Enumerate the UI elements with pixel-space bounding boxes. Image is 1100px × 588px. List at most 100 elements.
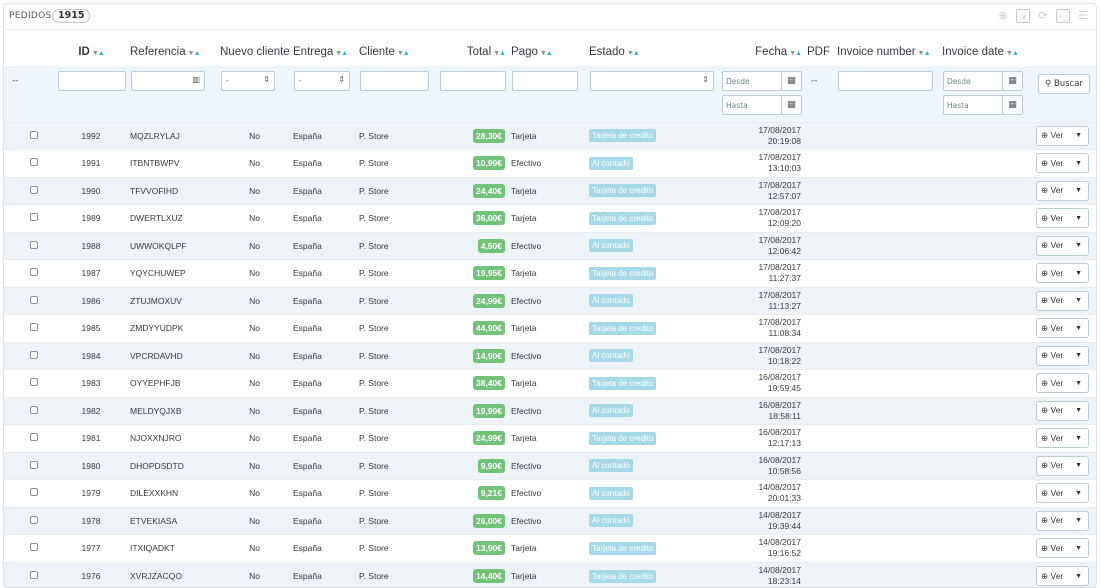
filter-invoice-number-input[interactable]: [838, 71, 933, 91]
view-button[interactable]: ⊕ Ver ▼: [1036, 428, 1089, 449]
row-checkbox[interactable]: [30, 158, 38, 167]
row-checkbox[interactable]: [30, 268, 38, 277]
table-row[interactable]: 1981 NJOXXNJRO No España P. Store 24,99€ Tarje…: [4, 424, 1096, 452]
filter-id-input[interactable]: [58, 71, 126, 91]
table-row[interactable]: 1977 ITXIQADKT No España P. Store 13,90€ Tarje…: [4, 534, 1096, 562]
table-row[interactable]: 1979 DILEXXKHN No España P. Store 9,21€ Efecti…: [4, 479, 1096, 507]
filter-fecha-hasta[interactable]: Hasta ▦: [722, 95, 802, 115]
caret-down-icon[interactable]: ▼: [1075, 242, 1088, 249]
add-icon[interactable]: ⊕: [996, 9, 1010, 23]
sql-icon[interactable]: ›_: [1056, 9, 1070, 23]
filter-fecha-desde[interactable]: Desde ▦: [722, 71, 802, 91]
table-row[interactable]: 1989 DWERTLXUZ No España P. Store 36,00€ Tarje…: [4, 204, 1096, 232]
row-checkbox[interactable]: [30, 240, 38, 249]
row-checkbox[interactable]: [30, 213, 38, 222]
view-button[interactable]: ⊕ Ver ▼: [1036, 455, 1089, 476]
view-button[interactable]: ⊕ Ver ▼: [1036, 235, 1089, 256]
view-button[interactable]: ⊕ Ver ▼: [1036, 318, 1089, 339]
table-row[interactable]: 1984 VPCRDAVHD No España P. Store 14,90€ Efect…: [4, 341, 1096, 370]
export-icon[interactable]: ⇲: [1016, 9, 1030, 23]
caret-down-icon[interactable]: ▼: [1075, 573, 1088, 580]
caret-down-icon[interactable]: ▼: [1075, 462, 1088, 469]
row-checkbox[interactable]: [30, 433, 38, 442]
view-button[interactable]: ⊕ Ver ▼: [1036, 208, 1089, 229]
calendar-icon[interactable]: ▦: [1002, 96, 1022, 114]
row-checkbox[interactable]: [30, 323, 38, 332]
caret-down-icon[interactable]: ▼: [1075, 297, 1088, 304]
col-invoice-date[interactable]: Invoice date ▼▲: [938, 38, 1030, 66]
row-checkbox[interactable]: [30, 460, 38, 469]
row-checkbox[interactable]: [30, 378, 38, 387]
col-cliente[interactable]: Cliente ▼▲: [355, 38, 435, 66]
refresh-icon[interactable]: ⟳: [1036, 9, 1050, 23]
view-button[interactable]: ⊕ Ver ▼: [1036, 510, 1089, 531]
col-entrega[interactable]: Entrega ▼▲: [289, 38, 355, 66]
view-button[interactable]: ⊕ Ver ▼: [1036, 345, 1089, 366]
col-estado[interactable]: Estado ▼▲: [585, 38, 717, 66]
row-checkbox[interactable]: [30, 543, 38, 552]
filter-pago-input[interactable]: [512, 71, 578, 91]
view-button[interactable]: ⊕ Ver ▼: [1036, 263, 1089, 284]
row-checkbox[interactable]: [30, 405, 38, 414]
filter-invoice-desde[interactable]: Desde ▦: [943, 71, 1023, 91]
view-button[interactable]: ⊕ Ver ▼: [1036, 290, 1089, 311]
calendar-icon[interactable]: ▦: [781, 96, 801, 114]
table-row[interactable]: 1987 YQYCHUWEP No España P. Store 19,95€ Tarje…: [4, 259, 1096, 287]
table-row[interactable]: 1986 ZTUJMOXUV No España P. Store 24,99€ Efect…: [4, 286, 1096, 315]
row-checkbox[interactable]: [30, 130, 38, 139]
caret-down-icon[interactable]: ▼: [1075, 187, 1088, 194]
filter-nuevo-cliente-select[interactable]: -: [221, 71, 275, 91]
filter-invoice-hasta[interactable]: Hasta ▦: [943, 95, 1023, 115]
caret-down-icon[interactable]: ▼: [1075, 132, 1088, 139]
col-pago[interactable]: Pago ▼▲: [507, 38, 585, 66]
filter-entrega-select[interactable]: -: [294, 71, 350, 91]
caret-down-icon[interactable]: ▼: [1075, 215, 1088, 222]
filter-estado-select[interactable]: [590, 71, 714, 91]
caret-down-icon[interactable]: ▼: [1075, 435, 1088, 442]
filter-total-input[interactable]: [440, 71, 506, 91]
col-id[interactable]: ID ▼▲: [56, 38, 126, 66]
col-total[interactable]: Total ▼▲: [435, 38, 507, 66]
col-fecha[interactable]: Fecha ▼▲: [717, 38, 803, 66]
view-button[interactable]: ⊕ Ver ▼: [1036, 566, 1089, 586]
caret-down-icon[interactable]: ▼: [1075, 270, 1088, 277]
row-checkbox[interactable]: [30, 488, 38, 497]
table-row[interactable]: 1976 XVRJZACQO No España P. Store 14,40€ Tarje…: [4, 561, 1096, 587]
table-row[interactable]: 1988 UWWOKQLPF No España P. Store 4,50€ Efecti…: [4, 231, 1096, 260]
caret-down-icon[interactable]: ▼: [1075, 545, 1088, 552]
caret-down-icon[interactable]: ▼: [1075, 325, 1088, 332]
calendar-icon[interactable]: ▦: [1002, 72, 1022, 90]
filter-referencia-input[interactable]: ▥: [131, 71, 205, 91]
view-button[interactable]: ⊕ Ver ▼: [1036, 373, 1089, 394]
view-button[interactable]: ⊕ Ver ▼: [1036, 180, 1089, 201]
caret-down-icon[interactable]: ▼: [1075, 380, 1088, 387]
table-row[interactable]: 1985 ZMDYYUDPK No España P. Store 44,90€ Tarje…: [4, 314, 1096, 342]
caret-down-icon[interactable]: ▼: [1075, 407, 1088, 414]
caret-down-icon[interactable]: ▼: [1075, 352, 1088, 359]
view-button[interactable]: ⊕ Ver ▼: [1036, 538, 1089, 559]
view-button[interactable]: ⊕ Ver ▼: [1036, 125, 1089, 146]
table-row[interactable]: 1978 ETVEKIASA No España P. Store 26,00€ Efect…: [4, 506, 1096, 535]
table-row[interactable]: 1990 TFVVOFIHD No España P. Store 24,40€ Tarje…: [4, 176, 1096, 205]
view-button[interactable]: ⊕ Ver ▼: [1036, 483, 1089, 504]
caret-down-icon[interactable]: ▼: [1075, 490, 1088, 497]
calendar-icon[interactable]: ▦: [781, 72, 801, 90]
caret-down-icon[interactable]: ▼: [1075, 517, 1088, 524]
table-row[interactable]: 1982 MELDYQJXB No España P. Store 19,90€ Efect…: [4, 396, 1096, 425]
row-checkbox[interactable]: [30, 350, 38, 359]
row-checkbox[interactable]: [30, 571, 38, 579]
table-row[interactable]: 1980 DHOPDSDTD No España P. Store 9,90€ Efecti…: [4, 451, 1096, 480]
caret-down-icon[interactable]: ▼: [1075, 160, 1088, 167]
row-checkbox[interactable]: [30, 515, 38, 524]
row-checkbox[interactable]: [30, 185, 38, 194]
search-button[interactable]: ⚲ Buscar: [1038, 74, 1090, 94]
table-row[interactable]: 1992 MQZLRYLAJ No España P. Store 28,30€ Tarje…: [4, 121, 1096, 150]
view-button[interactable]: ⊕ Ver ▼: [1036, 153, 1089, 174]
filter-cliente-input[interactable]: [360, 71, 429, 91]
view-button[interactable]: ⊕ Ver ▼: [1036, 400, 1089, 421]
database-icon[interactable]: ☰: [1076, 9, 1090, 23]
table-row[interactable]: 1991 ITBNTBWPV No España P. Store 10,90€ Efect…: [4, 149, 1096, 177]
col-invoice-number[interactable]: Invoice number ▼▲: [833, 38, 938, 66]
col-referencia[interactable]: Referencia ▼▲: [126, 38, 216, 66]
row-checkbox[interactable]: [30, 295, 38, 304]
